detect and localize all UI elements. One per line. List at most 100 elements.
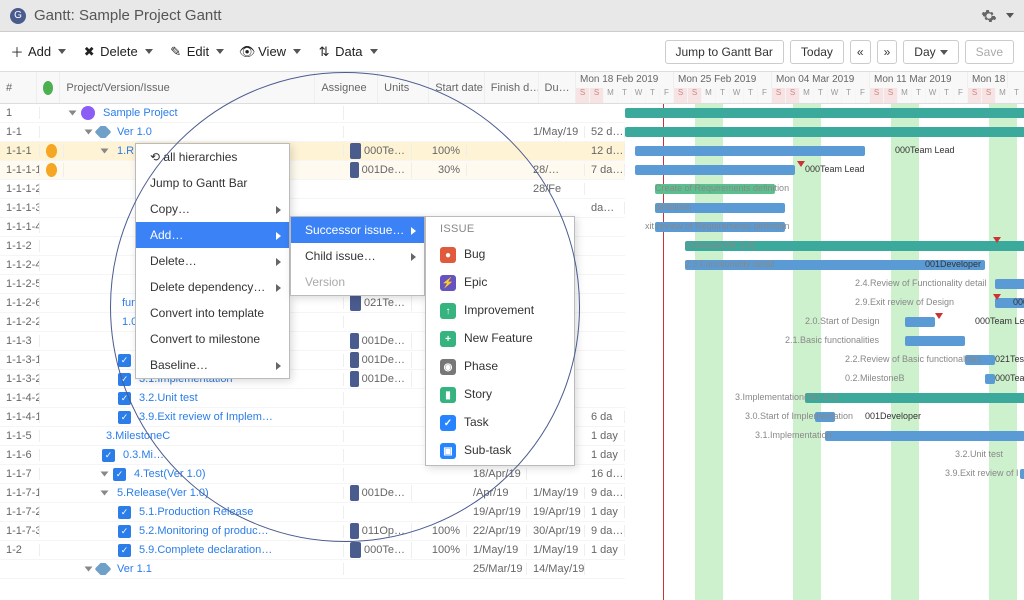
settings-caret-icon[interactable] [1006,13,1014,18]
row-finish[interactable]: 1/May/19 [527,126,585,138]
disclosure-icon[interactable] [85,130,93,135]
row-finish[interactable]: 28/Fe [527,183,585,195]
gantt-bar[interactable] [825,431,1024,441]
disclosure-icon[interactable] [85,567,93,572]
col-duration[interactable]: Du… [539,72,576,103]
row-issue[interactable]: ✓3.2.Unit test [64,392,344,405]
ctx-baseline[interactable]: Baseline… [136,352,289,378]
gantt-bar[interactable] [625,127,1024,137]
row-assignee[interactable]: 001De… [344,333,412,349]
row-issue[interactable]: ✓0.3.Mi… [64,449,344,462]
ctx-convert-template[interactable]: Convert into template [136,300,289,326]
ctx-version[interactable]: Version [291,269,424,295]
ctx-copy[interactable]: Copy… [136,196,289,222]
row-assignee[interactable]: 021Te… [344,295,412,311]
issuetype-bug[interactable]: ●Bug [426,241,574,269]
disclosure-icon[interactable] [101,149,109,154]
add-button[interactable]: ＋Add [10,44,66,59]
delete-button[interactable]: ✖Delete [82,44,153,59]
table-row[interactable]: 1-1-7-15.Release(Ver 1.0)001De…/Apr/191/… [0,484,625,503]
issuetype-epic[interactable]: ⚡Epic [426,269,574,297]
issuetype-phase[interactable]: ◉Phase [426,353,574,381]
row-assignee[interactable]: 001De… [344,371,412,387]
gantt-bar[interactable] [905,336,965,346]
row-finish[interactable]: 28/… [527,164,585,176]
gear-icon[interactable] [981,8,997,24]
row-duration[interactable]: 12 d… [585,145,625,157]
row-duration[interactable]: 6 da [585,411,625,423]
gantt-bar[interactable] [635,146,865,156]
row-assignee[interactable]: 011Op… [344,523,412,539]
prev-button[interactable]: « [850,40,871,64]
disclosure-icon[interactable] [101,472,109,477]
disclosure-icon[interactable] [69,111,77,116]
row-assignee[interactable]: 000Te… [344,542,412,558]
row-assignee[interactable]: 001De… [344,485,412,501]
context-submenu-add[interactable]: Successor issue…Child issue…Version [290,216,425,296]
context-menu-row[interactable]: ⟲ all hierarchiesJump to Gantt BarCopy…A… [135,143,290,379]
row-start[interactable]: 22/Apr/19 [467,525,527,537]
row-duration[interactable]: 1 day [585,449,625,461]
gantt-bar[interactable] [985,374,995,384]
row-assignee[interactable]: 001De… [344,352,412,368]
table-row[interactable]: Ver 1.125/Mar/1914/May/19 [0,560,625,579]
save-button[interactable]: Save [965,40,1014,64]
ctx-delete[interactable]: Delete… [136,248,289,274]
row-units[interactable]: 100% [412,544,467,556]
ctx-jump[interactable]: Jump to Gantt Bar [136,170,289,196]
col-finish[interactable]: Finish d… [485,72,539,103]
col-units[interactable]: Units [378,72,429,103]
row-issue[interactable]: ✓5.1.Production Release [64,506,344,519]
table-row[interactable]: 1-1-1-1001De…30%28/…7 da… [0,161,625,180]
row-duration[interactable]: 9 da… [585,487,625,499]
table-row[interactable]: 1-1-11.R…000Te…100%12 d… [0,142,625,161]
today-button[interactable]: Today [790,40,844,64]
gantt-bar[interactable] [905,317,935,327]
ctx-child[interactable]: Child issue… [291,243,424,269]
row-finish[interactable]: 1/May/19 [527,487,585,499]
col-number[interactable]: # [0,72,37,103]
row-start[interactable]: 1/May/19 [467,544,527,556]
row-finish[interactable]: 14/May/19 [527,563,585,575]
row-start[interactable]: /Apr/19 [467,487,527,499]
ctx-convert-milestone[interactable]: Convert to milestone [136,326,289,352]
row-duration[interactable]: 52 d… [585,126,625,138]
data-button[interactable]: ⇅Data [317,44,377,59]
row-start[interactable]: 19/Apr/19 [467,506,527,518]
row-issue[interactable]: Ver 1.0 [64,126,344,138]
gantt-bar[interactable] [635,165,795,175]
row-duration[interactable]: 1 day [585,544,625,556]
row-assignee[interactable]: 000Te… [344,143,412,159]
row-issue[interactable]: ✓4.Test(Ver 1.0) [64,468,344,481]
col-start[interactable]: Start date [429,72,485,103]
row-issue[interactable]: 3.MilestoneC [64,430,344,442]
disclosure-icon[interactable] [101,491,109,496]
row-duration[interactable]: 1 day [585,506,625,518]
row-units[interactable]: 100% [412,525,467,537]
gantt-bar[interactable] [625,108,1024,118]
table-row[interactable]: 1-1-7-2✓5.1.Production Release19/Apr/191… [0,503,625,522]
row-assignee[interactable]: 001De… [344,162,412,178]
row-units[interactable]: 100% [412,145,467,157]
row-start[interactable]: 25/Mar/19 [467,563,527,575]
gantt-bar[interactable] [995,279,1024,289]
next-button[interactable]: » [877,40,898,64]
row-issue[interactable]: ✓5.2.Monitoring of produc… [64,525,344,538]
col-issue[interactable]: Project/Version/Issue [60,72,315,103]
issuetype-subtask[interactable]: ▣Sub-task [426,437,574,465]
row-issue[interactable]: 5.Release(Ver 1.0) [64,487,344,499]
row-duration[interactable]: 16 d… [585,468,625,480]
issuetype-story[interactable]: ▮Story [426,381,574,409]
ctx-delete-dep[interactable]: Delete dependency… [136,274,289,300]
row-duration[interactable]: 7 da… [585,164,625,176]
table-row[interactable]: 1-1-7-3✓5.2.Monitoring of produc…011Op…1… [0,522,625,541]
gantt-bar[interactable] [1020,469,1024,479]
row-duration[interactable]: 9 da… [585,525,625,537]
view-button[interactable]: 👁View [240,44,301,59]
ctx-item[interactable]: ⟲ all hierarchies [136,144,289,170]
ctx-add[interactable]: Add… [136,222,289,248]
context-submenu-issuetype[interactable]: ISSUE●Bug⚡Epic↑Improvement+New Feature◉P… [425,216,575,466]
row-issue[interactable]: ✓3.9.Exit review of Implem… [64,411,344,424]
row-finish[interactable]: 30/Apr/19 [527,525,585,537]
issuetype-task[interactable]: ✓Task [426,409,574,437]
